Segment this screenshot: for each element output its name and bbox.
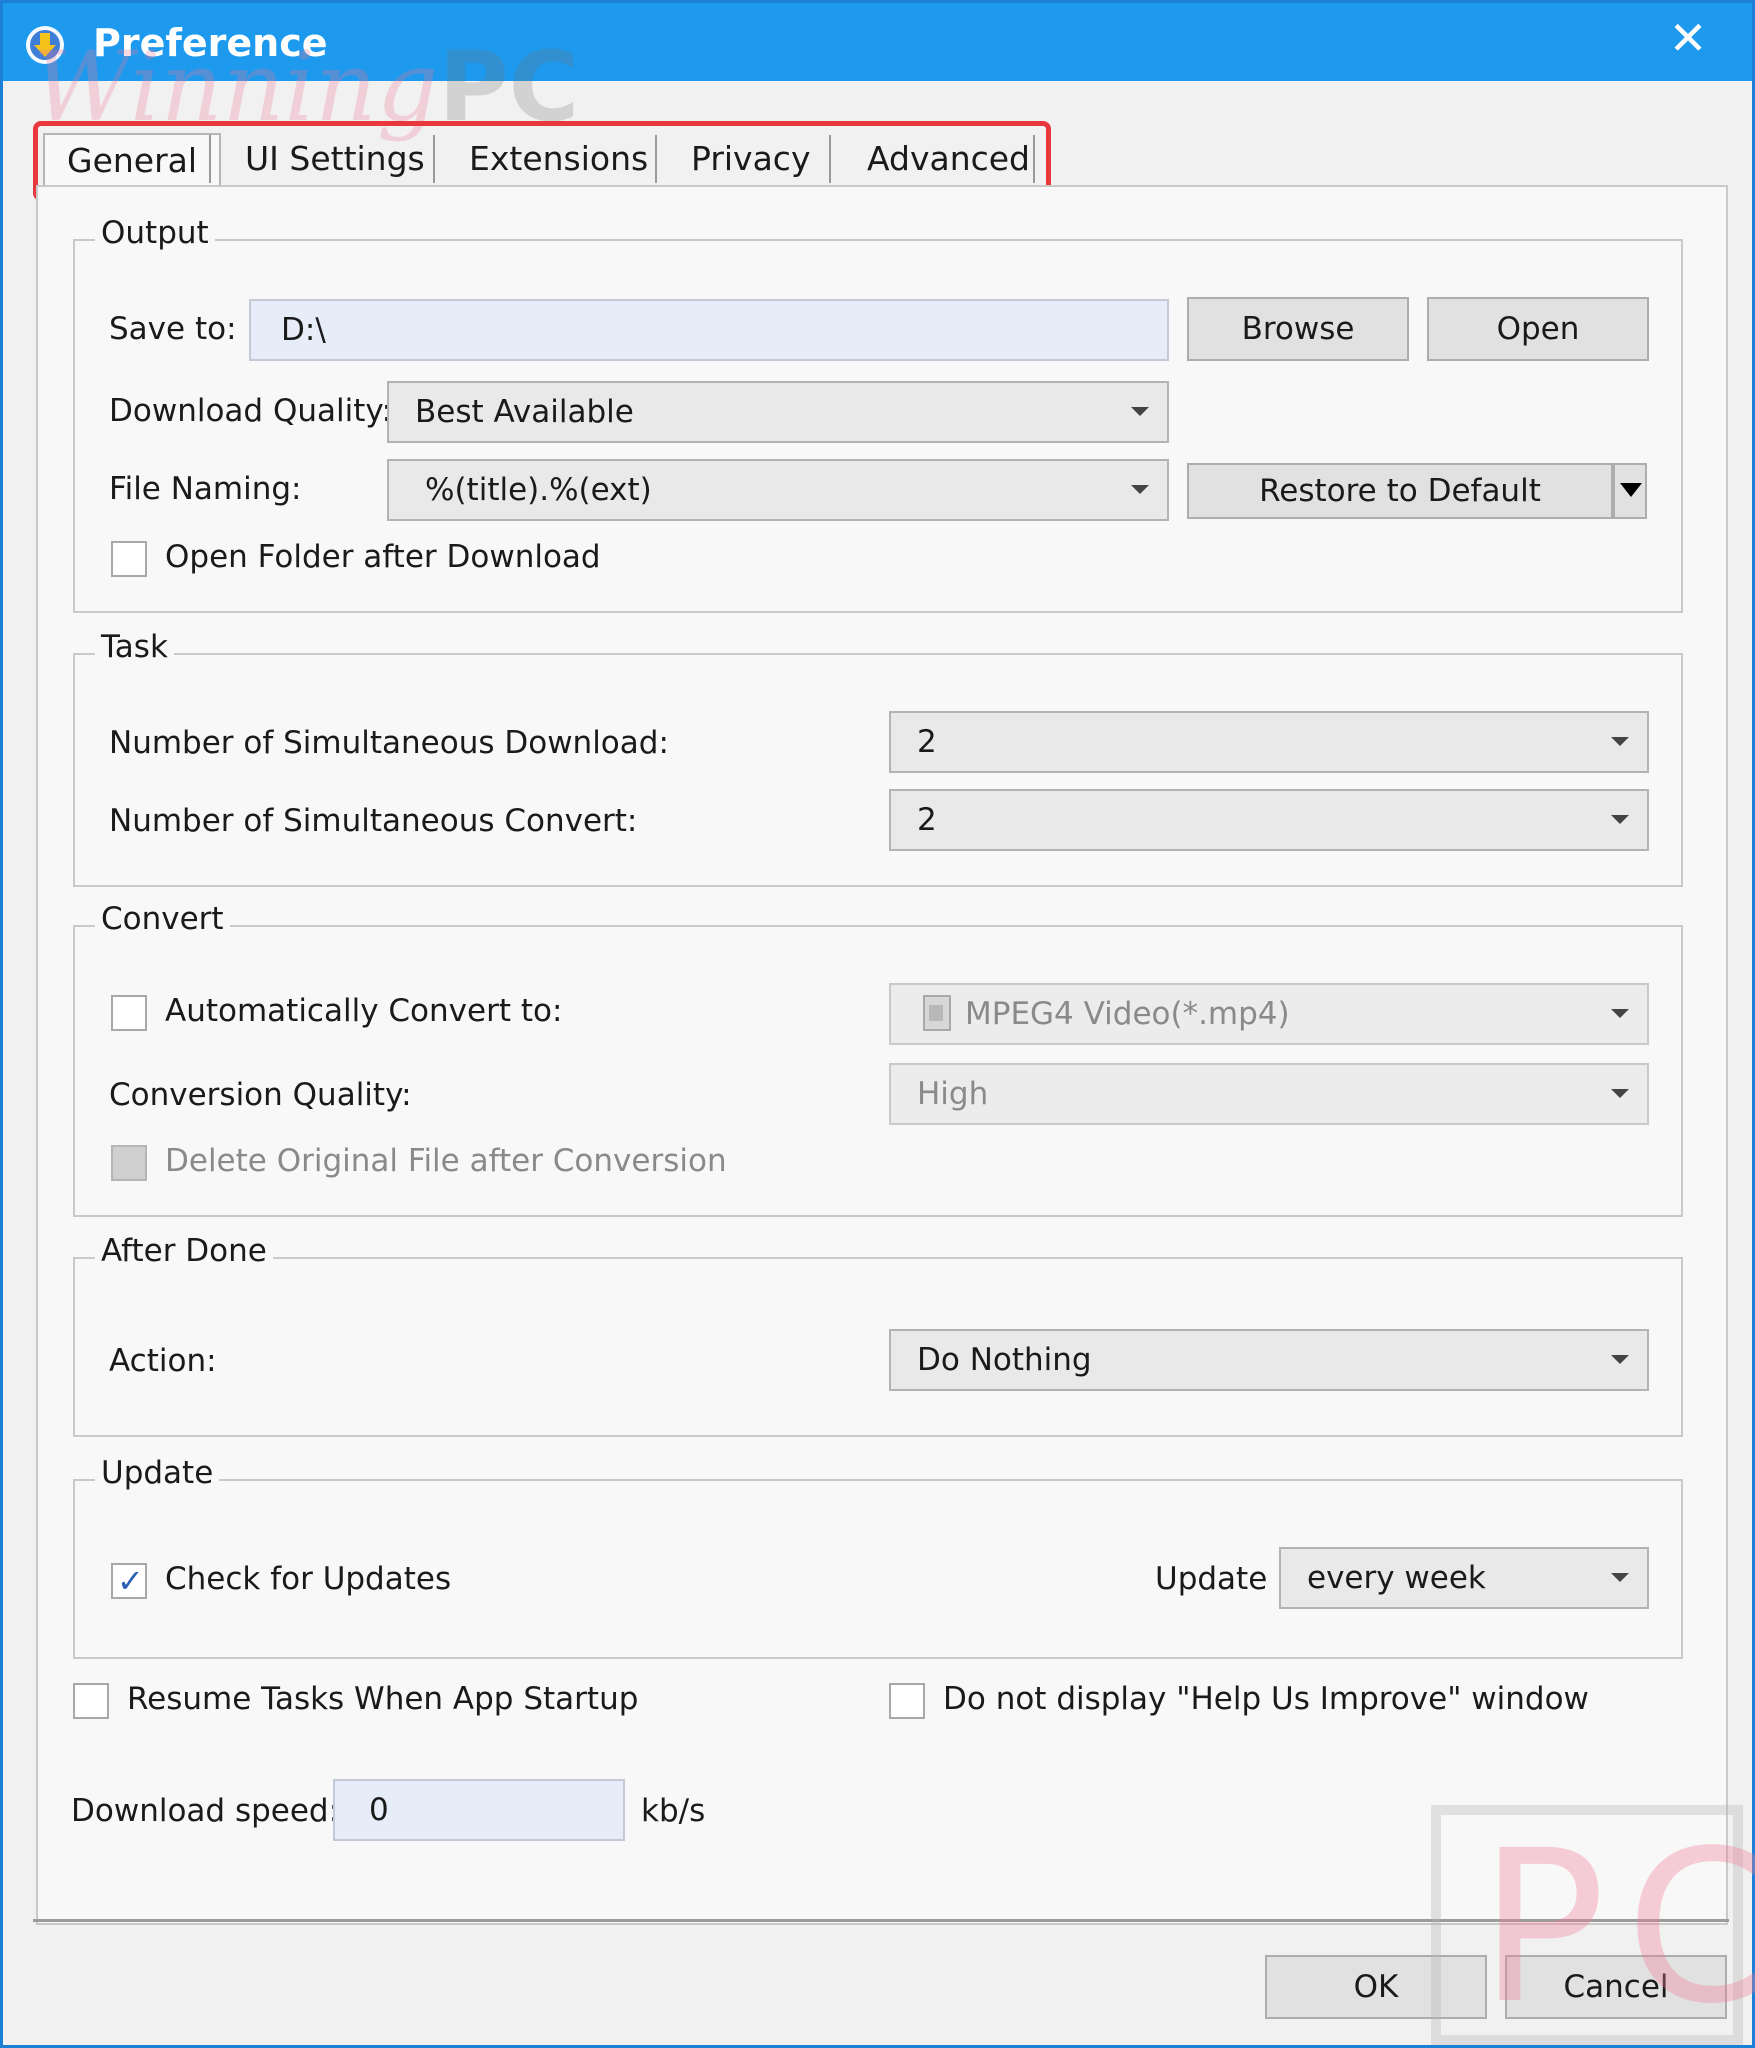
sim-convert-value: 2 [917, 802, 937, 838]
update-group-title: Update [95, 1455, 220, 1491]
download-quality-label: Download Quality: [109, 393, 392, 429]
cancel-button[interactable]: Cancel [1505, 1955, 1727, 2019]
tab-advanced[interactable]: Advanced [845, 133, 1052, 185]
task-group-title: Task [95, 629, 174, 665]
restore-default-button[interactable]: Restore to Default [1187, 463, 1613, 519]
delete-original-label: Delete Original File after Conversion [165, 1143, 727, 1179]
chevron-down-icon [1611, 1573, 1629, 1582]
resume-tasks-label: Resume Tasks When App Startup [127, 1681, 639, 1717]
tab-extensions[interactable]: Extensions [447, 133, 670, 185]
conversion-quality-select[interactable]: High [889, 1063, 1649, 1125]
chevron-down-icon [1131, 407, 1149, 416]
tab-separator [1033, 135, 1035, 183]
close-icon[interactable]: ✕ [1667, 15, 1709, 61]
tab-separator [209, 135, 211, 183]
restore-default-dropdown[interactable] [1613, 463, 1647, 519]
tab-separator [829, 135, 831, 183]
help-improve-checkbox[interactable] [889, 1683, 925, 1719]
check-updates-checkbox[interactable]: ✓ [111, 1563, 147, 1599]
save-to-label: Save to: [109, 311, 237, 347]
tab-ui-settings[interactable]: UI Settings [223, 133, 447, 185]
conversion-quality-value: High [917, 1076, 989, 1112]
update-frequency-select[interactable]: every week [1279, 1547, 1649, 1609]
chevron-down-icon [1611, 1089, 1629, 1098]
sim-convert-select[interactable]: 2 [889, 789, 1649, 851]
convert-format-select[interactable]: MPEG4 Video(*.mp4) [889, 983, 1649, 1045]
download-speed-input[interactable]: 0 [333, 1779, 625, 1841]
auto-convert-checkbox[interactable] [111, 995, 147, 1031]
sim-download-select[interactable]: 2 [889, 711, 1649, 773]
tab-privacy[interactable]: Privacy [669, 133, 832, 185]
chevron-down-icon [1611, 1009, 1629, 1018]
footer-divider [33, 1919, 1729, 1922]
chevron-down-icon [1611, 815, 1629, 824]
open-folder-label: Open Folder after Download [165, 539, 601, 575]
browse-button[interactable]: Browse [1187, 297, 1409, 361]
open-button[interactable]: Open [1427, 297, 1649, 361]
file-naming-value: %(title).%(ext) [425, 472, 652, 508]
check-icon: ✓ [117, 1562, 144, 1600]
open-folder-checkbox[interactable] [111, 541, 147, 577]
conversion-quality-label: Conversion Quality: [109, 1077, 412, 1113]
output-group-title: Output [95, 215, 215, 251]
delete-original-checkbox[interactable] [111, 1145, 147, 1181]
title-bar[interactable]: Preference ✕ [3, 3, 1752, 81]
convert-group-title: Convert [95, 901, 230, 937]
convert-format-value: MPEG4 Video(*.mp4) [965, 996, 1290, 1032]
caret-down-icon [1620, 483, 1642, 497]
sim-download-value: 2 [917, 724, 937, 760]
action-value: Do Nothing [917, 1342, 1092, 1378]
action-label: Action: [109, 1343, 217, 1379]
file-naming-select[interactable]: %(title).%(ext) [387, 459, 1169, 521]
app-download-icon [26, 26, 64, 64]
file-naming-label: File Naming: [109, 471, 302, 507]
sim-convert-label: Number of Simultaneous Convert: [109, 803, 638, 839]
action-select[interactable]: Do Nothing [889, 1329, 1649, 1391]
help-improve-label: Do not display "Help Us Improve" window [943, 1681, 1589, 1717]
download-quality-value: Best Available [415, 394, 634, 430]
tab-general[interactable]: General [43, 133, 222, 185]
save-to-input[interactable]: D:\ [249, 299, 1169, 361]
after-done-group-title: After Done [95, 1233, 273, 1269]
download-speed-unit: kb/s [641, 1793, 706, 1829]
download-speed-label: Download speed: [71, 1793, 340, 1829]
tab-separator [655, 135, 657, 183]
video-file-icon [921, 994, 951, 1031]
resume-tasks-checkbox[interactable] [73, 1683, 109, 1719]
tab-separator [433, 135, 435, 183]
window-title: Preference [93, 21, 328, 65]
check-updates-label: Check for Updates [165, 1561, 452, 1597]
download-quality-select[interactable]: Best Available [387, 381, 1169, 443]
chevron-down-icon [1611, 737, 1629, 746]
sim-download-label: Number of Simultaneous Download: [109, 725, 669, 761]
update-frequency-label: Update [1155, 1561, 1268, 1597]
chevron-down-icon [1131, 485, 1149, 494]
ok-button[interactable]: OK [1265, 1955, 1487, 2019]
preference-window: Preference ✕ WinningPC General UI Settin… [0, 0, 1755, 2048]
auto-convert-label: Automatically Convert to: [165, 993, 563, 1029]
update-frequency-value: every week [1307, 1560, 1486, 1596]
chevron-down-icon [1611, 1355, 1629, 1364]
